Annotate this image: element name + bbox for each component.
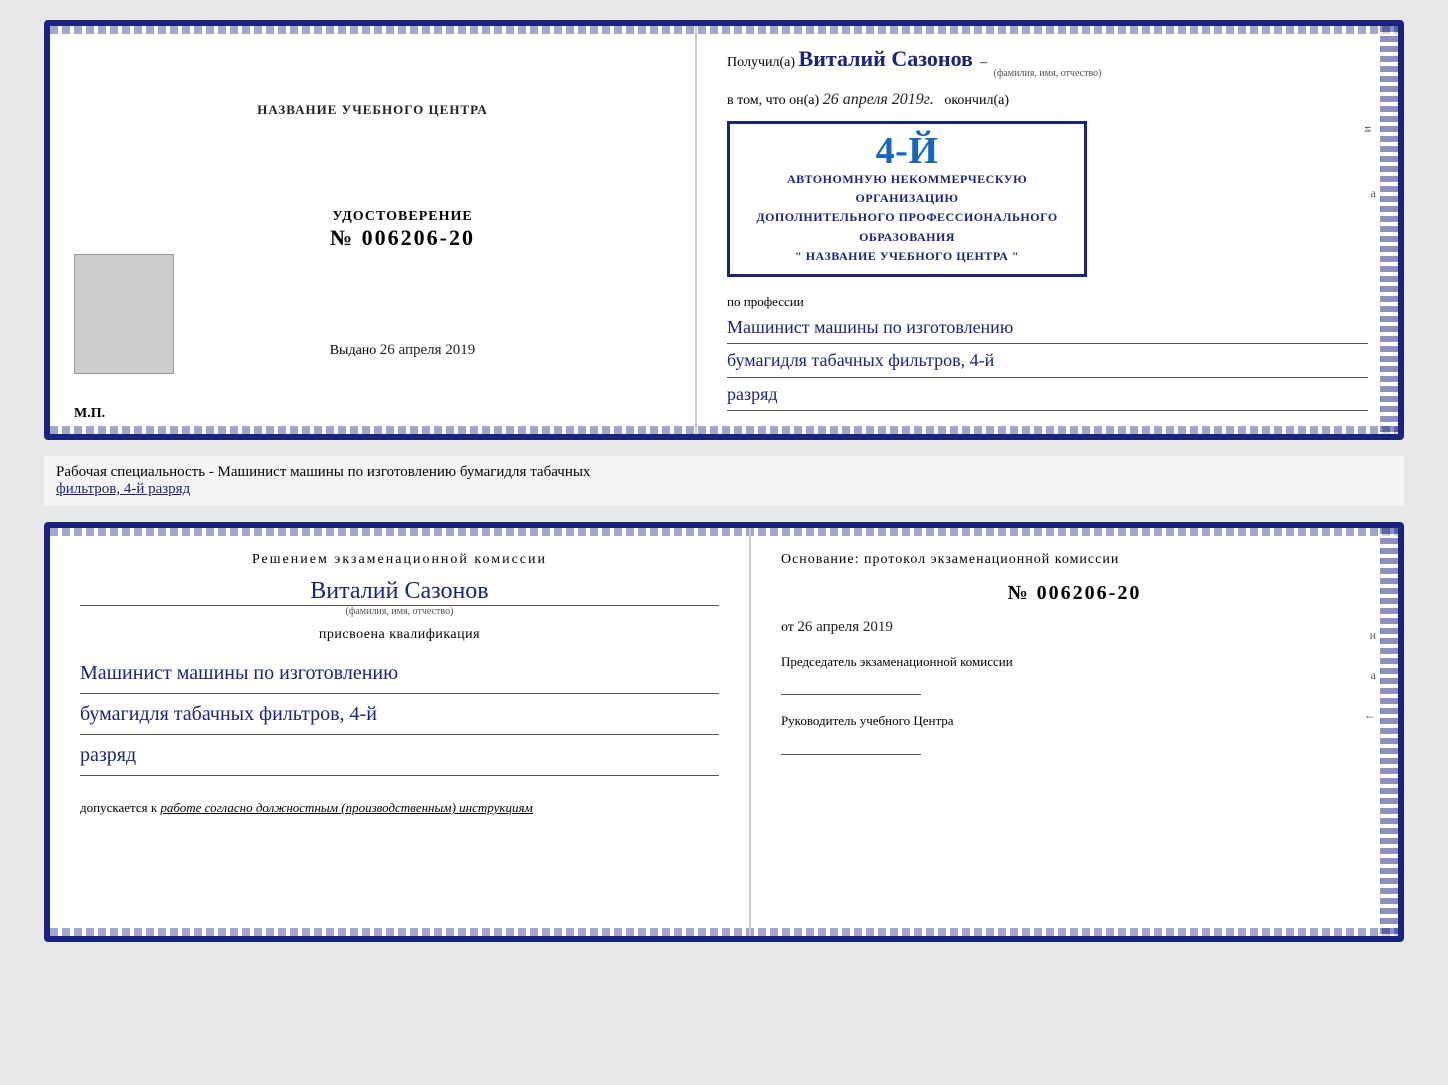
cert-bottom-left: Решением экзаменационной комиссии Витали… [50, 528, 751, 936]
bottom-name-caption: (фамилия, имя, отчество) [80, 606, 719, 617]
bottom-side-label-a: а [1371, 668, 1376, 683]
middle-text-underline: фильтров, 4-й разряд [56, 481, 190, 497]
side-decoration-right [1380, 26, 1398, 434]
certificate-top: НАЗВАНИЕ УЧЕБНОГО ЦЕНТРА УДОСТОВЕРЕНИЕ №… [44, 20, 1404, 440]
stamp-block: 4-й АВТОНОМНУЮ НЕКОММЕРЧЕСКУЮ ОРГАНИЗАЦИ… [727, 121, 1087, 277]
vydano-label: Выдано [330, 343, 377, 358]
protocol-number: № 006206-20 [781, 582, 1368, 605]
qual-line2: бумагидля табачных фильтров, 4-й [80, 694, 719, 735]
profession-line1: Машинист машины по изготовлению [727, 311, 1368, 344]
stamp-line3: " НАЗВАНИЕ УЧЕБНОГО ЦЕНТРА " [744, 247, 1070, 266]
training-center-title: НАЗВАНИЕ УЧЕБНОГО ЦЕНТРА [257, 102, 488, 118]
vydano-block: Выдано 26 апреля 2019 [330, 342, 476, 359]
side-label-a: а [1371, 186, 1376, 201]
middle-text-main: Рабочая специальность - Машинист машины … [56, 464, 590, 480]
poluchil-line: Получил(а) Виталий Сазонов – (фамилия, и… [727, 46, 1368, 79]
cert-top-right: Получил(а) Виталий Сазонов – (фамилия, и… [697, 26, 1398, 434]
side-label-i: и [1361, 126, 1376, 132]
predsedatel-signature-line [781, 677, 921, 695]
vtom-prefix: в том, что он(а) [727, 93, 819, 108]
stamp-number: 4-й [744, 132, 1070, 170]
cert-bottom-right: Основание: протокол экзаменационной коми… [751, 528, 1398, 936]
osnovanie-title: Основание: протокол экзаменационной коми… [781, 552, 1368, 568]
profession-block: по профессии Машинист машины по изготовл… [727, 293, 1368, 411]
profession-line3: разряд [727, 378, 1368, 411]
prisvoena-text: присвоена квалификация [80, 627, 719, 643]
udostoverenie-block: УДОСТОВЕРЕНИЕ № 006206-20 [330, 209, 475, 251]
profession-line2: бумагидля табачных фильтров, 4-й [727, 344, 1368, 377]
bottom-side-arrow: ← [1364, 708, 1376, 723]
bottom-side-decoration [1380, 528, 1398, 936]
udostoverenie-number: № 006206-20 [330, 225, 475, 251]
rukovoditel-label: Руководитель учебного Центра [781, 713, 954, 728]
dopuskaetsya-block: допускается к работе согласно должностны… [80, 800, 719, 816]
poluchil-prefix: Получил(а) [727, 55, 795, 70]
resheniem-title: Решением экзаменационной комиссии [80, 552, 719, 568]
ot-date: 26 апреля 2019 [797, 619, 893, 635]
stamp-line1: АВТОНОМНУЮ НЕКОММЕРЧЕСКУЮ ОРГАНИЗАЦИЮ [744, 170, 1070, 208]
qual-line3: разряд [80, 735, 719, 776]
bottom-name: Виталий Сазонов [80, 578, 719, 606]
qual-line1: Машинист машины по изготовлению [80, 653, 719, 694]
ot-prefix: от [781, 620, 794, 635]
profession-label: по профессии [727, 294, 804, 309]
vtom-line: в том, что он(а) 26 апреля 2019г. окончи… [727, 91, 1368, 109]
rukovoditel-signature-line [781, 737, 921, 755]
cert-top-left: НАЗВАНИЕ УЧЕБНОГО ЦЕНТРА УДОСТОВЕРЕНИЕ №… [50, 26, 697, 434]
dopuskaetsya-text: работе согласно должностным (производств… [160, 800, 532, 815]
stamp-line2: ДОПОЛНИТЕЛЬНОГО ПРОФЕССИОНАЛЬНОГО ОБРАЗО… [744, 208, 1070, 246]
ot-date-block: от 26 апреля 2019 [781, 619, 1368, 636]
udostoverenie-label: УДОСТОВЕРЕНИЕ [330, 209, 475, 225]
bottom-name-block: Виталий Сазонов (фамилия, имя, отчество) [80, 578, 719, 617]
poluchil-name: Виталий Сазонов [799, 46, 973, 71]
predsedatel-block: Председатель экзаменационной комиссии [781, 650, 1368, 695]
bottom-side-label-i: и [1370, 628, 1376, 643]
dopuskaetsya-prefix: допускается к [80, 800, 157, 815]
middle-text-section: Рабочая специальность - Машинист машины … [44, 456, 1404, 506]
vtom-date: 26 апреля 2019г. [823, 91, 934, 108]
certificate-bottom: Решением экзаменационной комиссии Витали… [44, 522, 1404, 942]
qualification-block: Машинист машины по изготовлению бумагидл… [80, 653, 719, 776]
vydano-date: 26 апреля 2019 [380, 342, 476, 358]
rukovoditel-block: Руководитель учебного Центра [781, 709, 1368, 754]
predsedatel-label: Председатель экзаменационной комиссии [781, 654, 1013, 669]
mp-label: М.П. [74, 406, 105, 422]
photo-placeholder [74, 254, 174, 374]
okonchil: окончил(а) [944, 93, 1009, 108]
middle-text-content: Рабочая специальность - Машинист машины … [56, 464, 1392, 498]
